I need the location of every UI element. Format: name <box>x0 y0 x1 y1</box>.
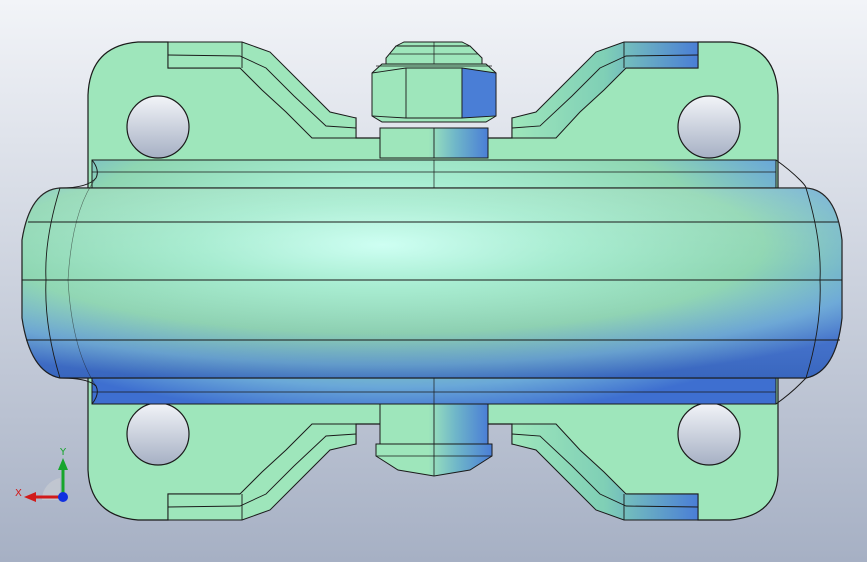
axle-nut-top[interactable] <box>371 41 497 159</box>
x-axis-label: X <box>15 488 22 499</box>
caster-wheel-model-view[interactable]: Y X <box>0 0 867 562</box>
mounting-hole-top-right <box>677 95 741 159</box>
y-axis-label: Y <box>59 447 67 458</box>
cad-viewport[interactable]: Y X <box>0 0 867 562</box>
z-axis-dot <box>58 492 68 502</box>
mounting-hole-top-left <box>126 95 190 159</box>
wheel[interactable] <box>21 159 843 405</box>
mounting-hole-bottom-left <box>126 402 190 466</box>
mounting-hole-bottom-right <box>677 402 741 466</box>
axle-bolt-bottom[interactable] <box>375 403 493 477</box>
